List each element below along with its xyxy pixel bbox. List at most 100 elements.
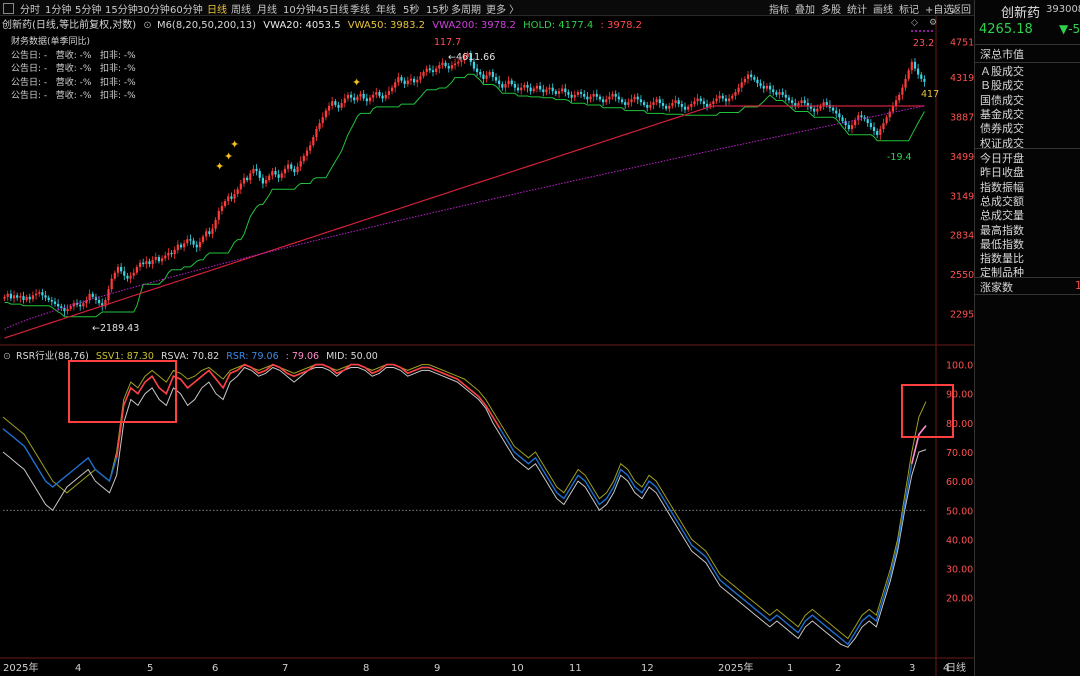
candle-body	[693, 101, 696, 105]
candle-body	[123, 271, 126, 276]
vwa200-line	[4, 105, 925, 339]
candle-body	[554, 91, 557, 94]
candle-body	[305, 150, 309, 156]
security-name: 创新药	[1001, 6, 1041, 21]
rsr-y-tick-label: 20.00	[946, 594, 973, 605]
candle-body	[220, 206, 224, 211]
candle-body	[63, 307, 66, 312]
candle-body	[778, 92, 781, 95]
candle-body	[841, 117, 844, 122]
candle-body	[879, 129, 882, 136]
chart-canvas: 47514319388734993149283425502295100.090.…	[0, 16, 974, 676]
rsr-y-tick-label: 40.00	[946, 535, 973, 546]
candle-body	[157, 257, 161, 262]
candle-body	[25, 296, 28, 301]
candle-body	[321, 117, 324, 124]
candle-body	[368, 97, 372, 102]
candle-body	[888, 111, 891, 118]
x-tick-label: 9	[434, 663, 440, 674]
candle-body	[907, 70, 910, 79]
candle-body	[255, 168, 258, 172]
y-tick-label: 3499	[950, 152, 974, 163]
x-tick-label: 5	[147, 663, 153, 674]
candle-body	[129, 275, 132, 279]
candle-body	[510, 80, 513, 85]
candle-body	[567, 92, 570, 95]
candle-body	[652, 102, 655, 105]
candle-body	[838, 113, 841, 118]
candle-body	[176, 244, 179, 251]
recent-pct-annotation: 23.2	[913, 38, 934, 49]
candle-body	[12, 295, 16, 299]
candle-body	[787, 97, 791, 101]
candle-body	[170, 252, 173, 255]
candle-body	[412, 78, 416, 83]
candle-body	[690, 104, 693, 107]
candle-body	[705, 104, 709, 107]
candle-body	[16, 295, 19, 298]
candle-body	[19, 296, 22, 298]
candle-body	[589, 96, 592, 100]
candle-body	[917, 68, 920, 75]
candle-body	[655, 99, 658, 103]
candle-body	[611, 93, 614, 97]
candle-body	[646, 104, 649, 108]
candle-body	[346, 94, 350, 99]
rsr-name: RSR行业(88,76)	[16, 351, 89, 362]
signal-marker: ✦	[224, 150, 233, 163]
candle-body	[302, 155, 305, 162]
rsr-settings-icon[interactable]: ⊙	[3, 351, 11, 362]
candle-body	[674, 100, 677, 104]
candle-body	[658, 99, 661, 104]
candle-body	[545, 89, 548, 93]
candle-body	[885, 117, 888, 124]
rsr-strong-line	[115, 363, 501, 458]
candle-body	[743, 78, 746, 83]
candle-body	[598, 96, 602, 100]
candle-body	[195, 244, 198, 248]
candle-body	[365, 98, 368, 102]
candle-body	[872, 127, 876, 132]
candle-body	[772, 89, 775, 93]
y-tick-label: 3887	[950, 113, 974, 124]
candle-body	[315, 129, 318, 138]
candle-body	[135, 266, 138, 273]
candle-body	[444, 62, 447, 67]
x-tick-label: 1	[787, 663, 793, 674]
candle-body	[475, 68, 479, 72]
candle-body	[214, 219, 217, 229]
candle-body	[630, 99, 633, 103]
candle-body	[595, 93, 598, 97]
candle-body	[198, 241, 201, 248]
candle-body	[60, 306, 63, 308]
candle-body	[409, 78, 413, 81]
candle-body	[586, 96, 589, 100]
candle-body	[44, 295, 47, 298]
candle-body	[687, 106, 690, 110]
candle-body	[97, 300, 101, 304]
candle-body	[419, 76, 422, 80]
candle-body	[753, 77, 756, 80]
candle-body	[450, 65, 454, 69]
candle-body	[34, 293, 38, 296]
candle-body	[293, 168, 296, 173]
candle-body	[359, 93, 362, 97]
candle-body	[113, 272, 116, 279]
candle-body	[252, 168, 255, 174]
candle-body	[343, 98, 346, 104]
candle-body	[274, 171, 277, 175]
candle-body	[825, 102, 828, 105]
candle-body	[602, 99, 605, 103]
candle-body	[488, 71, 491, 76]
y-tick-label: 3149	[950, 191, 974, 202]
candle-body	[671, 103, 674, 106]
low-pct-annotation: -19.4	[887, 152, 912, 163]
candle-body	[876, 131, 879, 136]
candle-body	[501, 84, 504, 88]
candle-body	[677, 100, 680, 105]
candle-body	[268, 175, 271, 181]
rsr-y-tick-label: 30.00	[946, 565, 973, 576]
candle-body	[208, 231, 211, 234]
ssv1-value: SSV1: 87.30	[95, 351, 154, 362]
rsr-y-tick-label: 90.00	[946, 390, 973, 401]
